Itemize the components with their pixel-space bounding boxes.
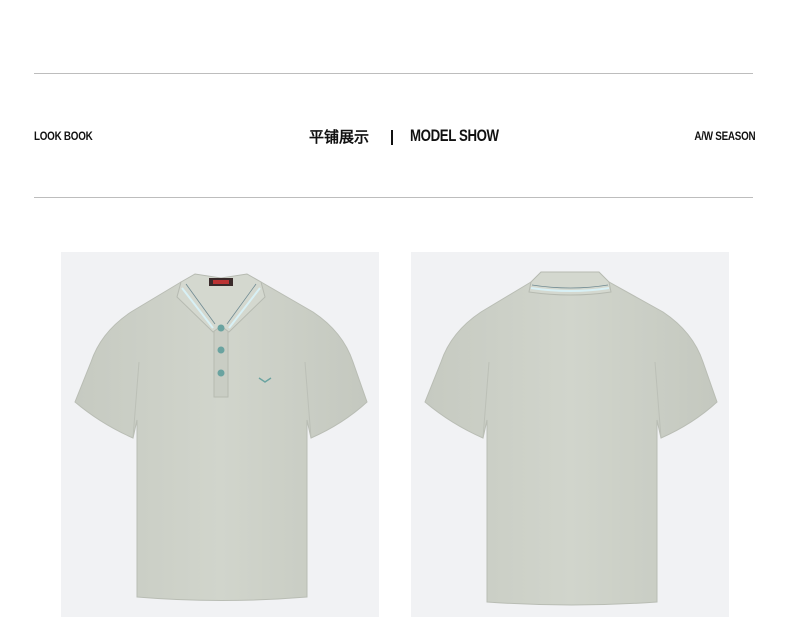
- season-label: A/W SEASON: [694, 129, 755, 143]
- product-image-back: [411, 252, 729, 617]
- title-separator: [391, 130, 393, 145]
- section-title-cn: 平铺展示: [309, 128, 370, 146]
- button-icon: [217, 324, 225, 332]
- section-title-en: MODEL SHOW: [410, 126, 499, 145]
- product-image-front: [61, 252, 379, 617]
- bottom-divider: [34, 197, 753, 198]
- top-divider: [34, 73, 753, 74]
- section-header: LOOK BOOK 平铺展示 MODEL SHOW A/W SEASON: [34, 124, 755, 150]
- look-book-label: LOOK BOOK: [34, 129, 93, 143]
- section-title: 平铺展示 MODEL SHOW: [309, 124, 499, 150]
- polo-shirt-back-illustration: [424, 271, 718, 606]
- polo-shirt-front-illustration: [74, 273, 368, 601]
